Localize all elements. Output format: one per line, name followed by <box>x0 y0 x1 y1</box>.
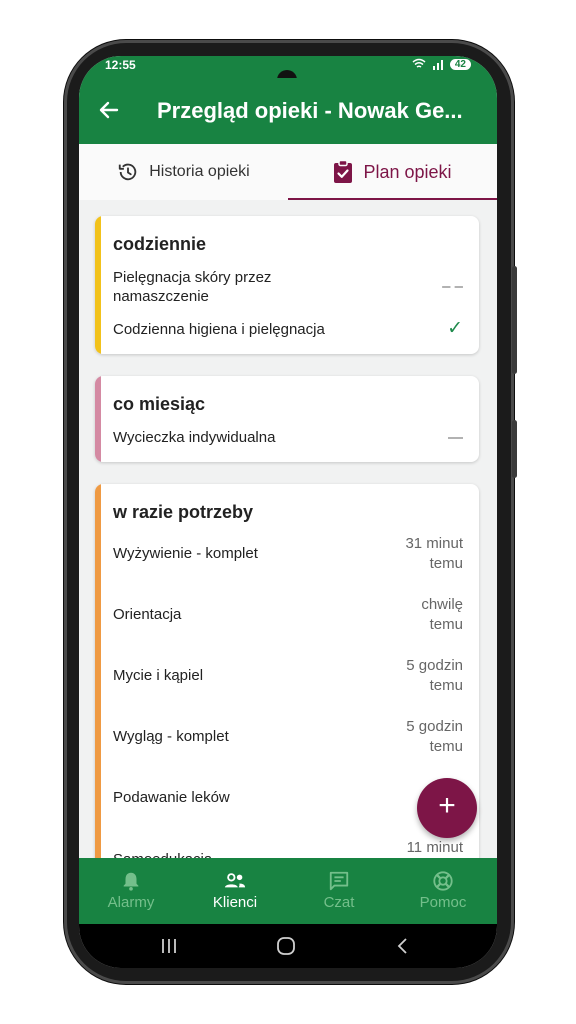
back-icon[interactable] <box>393 936 413 956</box>
page-title: Przegląd opieki - Nowak Ge... <box>157 98 463 123</box>
nav-label: Alarmy <box>107 894 155 911</box>
people-icon <box>224 873 246 888</box>
task-label[interactable]: Wygląg - komplet <box>113 727 229 746</box>
system-navigation-bar <box>79 924 497 968</box>
section-card-codziennie: codziennie Pielęgnacja skóry przez namas… <box>95 216 479 354</box>
app-bar: Przegląd opieki - Nowak Ge... <box>79 78 497 144</box>
nav-label: Czat <box>323 894 355 911</box>
section-color-bar <box>95 484 101 858</box>
status-icons: 42 <box>412 58 471 70</box>
add-task-button[interactable]: + <box>417 778 477 838</box>
task-label[interactable]: Pielęgnacja skóry przez namaszczenie <box>113 268 363 306</box>
task-label[interactable]: Codzienna higiena i pielęgnacja <box>113 320 325 339</box>
app-screen: 12:55 42 Przegląd opieki - Nowak Ge... H… <box>79 56 497 968</box>
task-label[interactable]: Wyżywienie - komplet <box>113 544 258 563</box>
check-icon: ✓ <box>447 318 463 339</box>
back-arrow-icon[interactable] <box>97 98 121 122</box>
section-color-bar <box>95 216 101 354</box>
tab-plan-opieki[interactable]: Plan opieki <box>288 144 497 200</box>
task-status: chwilę temu <box>421 596 463 633</box>
task-status: 31 minut temu <box>405 535 463 572</box>
section-color-bar <box>95 376 101 462</box>
task-status: 5 godzin temu <box>406 718 463 755</box>
bottom-navigation: Alarmy Klienci Czat Pomoc <box>79 858 497 924</box>
section-title: w razie potrzeby <box>113 502 254 522</box>
plus-icon: + <box>438 789 456 822</box>
home-icon[interactable] <box>275 935 297 957</box>
tab-historia-opieki[interactable]: Historia opieki <box>79 144 288 200</box>
battery-level: 42 <box>449 58 471 70</box>
nav-item-klienci[interactable]: Klienci <box>183 858 287 924</box>
history-icon <box>119 163 137 181</box>
tab-label: Historia opieki <box>149 163 250 180</box>
recent-apps-icon[interactable] <box>159 936 179 956</box>
task-label[interactable]: Podawanie leków <box>113 788 230 807</box>
nav-item-pomoc[interactable]: Pomoc <box>391 858 495 924</box>
task-label[interactable]: Orientacja <box>113 605 181 624</box>
tab-bar: Historia opieki Plan opieki <box>79 144 497 200</box>
volume-button <box>512 266 517 374</box>
nav-label: Pomoc <box>419 894 467 911</box>
bell-icon <box>123 872 139 891</box>
nav-item-czat[interactable]: Czat <box>287 858 391 924</box>
power-button <box>512 420 517 478</box>
care-plan-list: codziennie Pielęgnacja skóry przez namas… <box>79 200 497 858</box>
wifi-icon <box>412 58 426 68</box>
signal-icon <box>432 60 443 70</box>
nav-item-alarmy[interactable]: Alarmy <box>79 858 183 924</box>
nav-label: Klienci <box>212 894 258 911</box>
chat-icon <box>329 871 349 891</box>
task-label[interactable]: Mycie i kąpiel <box>113 666 203 685</box>
status-time: 12:55 <box>105 58 136 72</box>
task-status: 5 godzin temu <box>406 657 463 694</box>
tab-label: Plan opieki <box>363 161 452 182</box>
task-label[interactable]: Wycieczka indywidualna <box>113 428 275 447</box>
clipboard-check-icon <box>334 160 353 183</box>
task-label[interactable]: Samoedukacja <box>113 850 212 858</box>
lifebuoy-icon <box>433 871 453 891</box>
task-status: – – <box>442 278 463 295</box>
section-card-co-miesiac: co miesiąc Wycieczka indywidualna — <box>95 376 479 462</box>
task-status: — <box>448 429 463 446</box>
section-title: co miesiąc <box>113 394 206 414</box>
task-status: 11 minut <box>406 839 463 856</box>
section-title: codziennie <box>113 234 207 254</box>
